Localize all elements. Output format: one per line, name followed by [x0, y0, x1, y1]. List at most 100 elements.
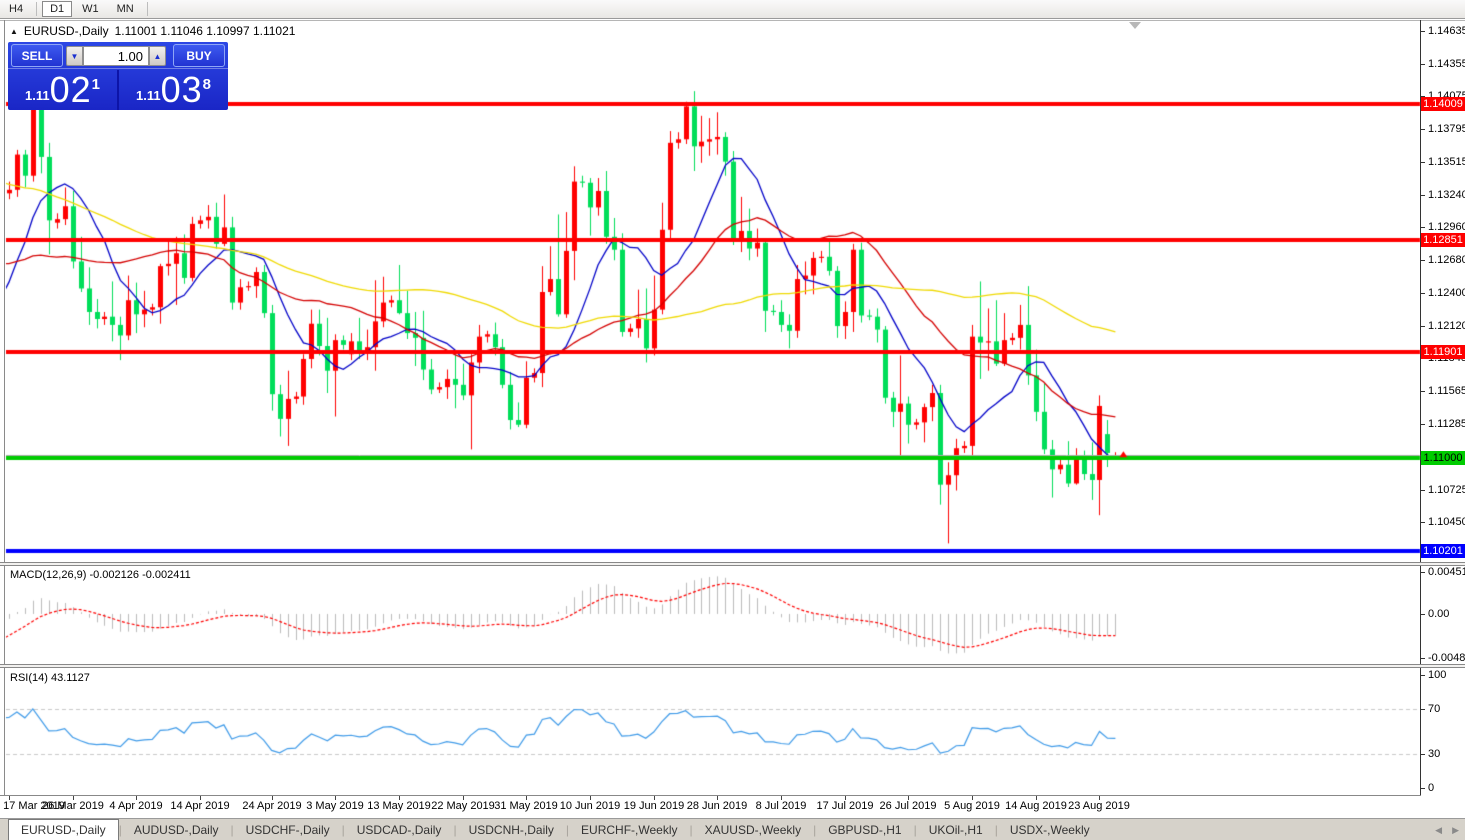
- rsi-axis-tick-mark: [1421, 754, 1425, 755]
- price-axis-tick-label: 1.13795: [1428, 123, 1465, 135]
- price-axis-tick-mark: [1421, 195, 1425, 196]
- buy-price-button[interactable]: 1.11 03 8: [119, 69, 228, 110]
- time-axis-tick-label: 17 Jul 2019: [816, 800, 874, 812]
- price-axis-tick-label: 1.11565: [1428, 385, 1465, 397]
- buy-price-pipette: 8: [202, 76, 211, 93]
- rsi-panel-area[interactable]: [5, 669, 1420, 794]
- time-axis[interactable]: 17 Mar 2019 26 Mar 2019 4 Apr 2019 14 Apr 2…: [0, 796, 1421, 818]
- price-axis-tick-label: 1.12120: [1428, 320, 1465, 332]
- macd-axis-tick-mark: [1421, 658, 1425, 659]
- macd-axis-tick-label: 0.004517: [1428, 566, 1465, 578]
- tab-scroll-right-icon[interactable]: ▶: [1452, 825, 1459, 836]
- volume-increase-button[interactable]: ▲: [149, 46, 166, 66]
- chart-tab-audusd-daily[interactable]: AUDUSD-,Daily: [122, 819, 231, 840]
- sell-button[interactable]: SELL: [11, 44, 63, 67]
- volume-input[interactable]: [83, 46, 149, 66]
- chart-tab-gbpusd-h1[interactable]: GBPUSD-,H1: [816, 819, 913, 840]
- macd-panel-area[interactable]: [5, 567, 1420, 662]
- time-axis-tick-label: 19 Jun 2019: [623, 800, 685, 812]
- chart-symbol-title: EURUSD-,Daily: [23, 24, 109, 38]
- price-axis-tick-mark: [1421, 260, 1425, 261]
- price-axis-tick-mark: [1421, 293, 1425, 294]
- time-axis-tick-label: 26 Jul 2019: [879, 800, 937, 812]
- macd-axis-tick-mark: [1421, 572, 1425, 573]
- price-axis-tick-label: 1.13515: [1428, 156, 1465, 168]
- chart-tab-usdcnh-daily[interactable]: USDCNH-,Daily: [457, 819, 566, 840]
- volume-decrease-button[interactable]: ▼: [66, 46, 83, 66]
- price-axis-tick-label: 1.11285: [1428, 418, 1465, 430]
- price-axis-tick-mark: [1421, 424, 1425, 425]
- rsi-axis-tick-label: 0: [1428, 782, 1435, 794]
- price-axis-tick-label: 1.10725: [1428, 484, 1465, 496]
- price-axis-tick-label: 1.14635: [1428, 25, 1465, 37]
- time-axis-tick-label: 23 Aug 2019: [1068, 800, 1130, 812]
- one-click-panel-toggle-icon[interactable]: ▲: [10, 27, 18, 36]
- price-line-badge: 1.10201: [1421, 544, 1465, 558]
- price-axis-tick-mark: [1421, 129, 1425, 130]
- price-line-badge: 1.11000: [1421, 451, 1465, 465]
- rsi-axis-tick-label: 70: [1428, 703, 1441, 715]
- price-axis[interactable]: 1.14635 1.14355 1.14075 1.13795 1.13515 1.132…: [1421, 20, 1465, 796]
- chart-tab-bar: EURUSD-,Daily | AUDUSD-,Daily | USDCHF-,Dail…: [0, 818, 1465, 840]
- time-axis-tick-label: 10 Jun 2019: [559, 800, 621, 812]
- rsi-axis-tick-mark: [1421, 709, 1425, 710]
- rsi-indicator-label: RSI(14) 43.1127: [10, 672, 90, 684]
- time-axis-tick-label: 3 May 2019: [306, 800, 364, 812]
- rsi-axis-tick-mark: [1421, 788, 1425, 789]
- buy-price-big-digits: 03: [160, 69, 203, 110]
- price-axis-tick-label: 1.12960: [1428, 221, 1465, 233]
- time-axis-tick-label: 5 Aug 2019: [944, 800, 1000, 812]
- macd-axis-tick-label: -0.004806: [1428, 652, 1465, 664]
- sell-price-prefix: 1.11: [25, 88, 50, 103]
- rsi-axis-tick-mark: [1421, 675, 1425, 676]
- chart-title-row: ▲ EURUSD-,Daily 1.11001 1.11046 1.10997 …: [10, 24, 295, 38]
- chart-shift-marker-icon[interactable]: [1129, 22, 1141, 29]
- price-axis-tick-mark: [1421, 64, 1425, 65]
- tab-scroll-left-icon[interactable]: ◀: [1435, 825, 1442, 836]
- price-axis-tick-label: 1.12400: [1428, 287, 1465, 299]
- rsi-axis-tick-label: 30: [1428, 748, 1441, 760]
- time-axis-tick-label: 14 Apr 2019: [170, 800, 230, 812]
- rsi-axis-tick-label: 100: [1428, 669, 1447, 681]
- buy-price-prefix: 1.11: [136, 88, 161, 103]
- price-line-badge: 1.11901: [1421, 345, 1465, 359]
- buy-button[interactable]: BUY: [173, 44, 225, 67]
- time-axis-tick-label: 24 Apr 2019: [242, 800, 302, 812]
- price-line-badge: 1.12851: [1421, 233, 1465, 247]
- macd-axis-tick-mark: [1421, 614, 1425, 615]
- macd-axis-tick-label: 0.00: [1428, 608, 1450, 620]
- sell-price-pipette: 1: [91, 76, 100, 93]
- chart-tab-xauusd-weekly[interactable]: XAUUSD-,Weekly: [693, 819, 813, 840]
- sell-price-button[interactable]: 1.11 02 1: [8, 69, 117, 110]
- price-axis-tick-mark: [1421, 326, 1425, 327]
- chart-tab-strip: EURUSD-,Daily | AUDUSD-,Daily | USDCHF-,Dail…: [0, 819, 1102, 840]
- one-click-trading-panel: SELL ▼ ▲ BUY 1.11 02 1 1.11 03 8: [8, 42, 228, 110]
- time-axis-tick-label: 28 Jun 2019: [686, 800, 748, 812]
- time-axis-tick-label: 4 Apr 2019: [109, 800, 163, 812]
- time-axis-tick-label: 22 May 2019: [431, 800, 495, 812]
- price-axis-tick-label: 1.12680: [1428, 254, 1465, 266]
- chart-tab-eurchf-weekly[interactable]: EURCHF-,Weekly: [569, 819, 689, 840]
- price-axis-tick-label: 1.14355: [1428, 58, 1465, 70]
- price-line-badge: 1.14009: [1421, 97, 1465, 111]
- price-axis-tick-mark: [1421, 490, 1425, 491]
- chart-tab-usdcad-daily[interactable]: USDCAD-,Daily: [345, 819, 454, 840]
- price-axis-tick-mark: [1421, 391, 1425, 392]
- tab-scroll-nav: ◀ ▶: [1435, 819, 1459, 840]
- time-axis-tick-label: 26 Mar 2019: [42, 800, 104, 812]
- time-axis-tick-label: 31 May 2019: [494, 800, 558, 812]
- time-axis-tick-label: 8 Jul 2019: [755, 800, 807, 812]
- price-axis-tick-mark: [1421, 162, 1425, 163]
- chart-tab-eurusd-daily[interactable]: EURUSD-,Daily: [8, 819, 119, 840]
- chart-tab-ukoil-h1[interactable]: UKOil-,H1: [917, 819, 995, 840]
- chart-ohlc-quotes: 1.11001 1.11046 1.10997 1.11021: [114, 24, 296, 38]
- trading-app-window: H4 D1 W1 MN ▲ EURUSD-,Daily 1.11001 1.11…: [0, 0, 1465, 840]
- chart-tab-usdchf-daily[interactable]: USDCHF-,Daily: [234, 819, 342, 840]
- price-axis-tick-mark: [1421, 522, 1425, 523]
- macd-indicator-label: MACD(12,26,9) -0.002126 -0.002411: [10, 569, 191, 581]
- price-axis-tick-label: 1.10450: [1428, 516, 1465, 528]
- time-axis-tick-label: 14 Aug 2019: [1005, 800, 1067, 812]
- chart-tab-usdx-weekly[interactable]: USDX-,Weekly: [998, 819, 1102, 840]
- trade-panel-controls-row: SELL ▼ ▲ BUY: [8, 42, 228, 69]
- price-axis-tick-label: 1.13240: [1428, 189, 1465, 201]
